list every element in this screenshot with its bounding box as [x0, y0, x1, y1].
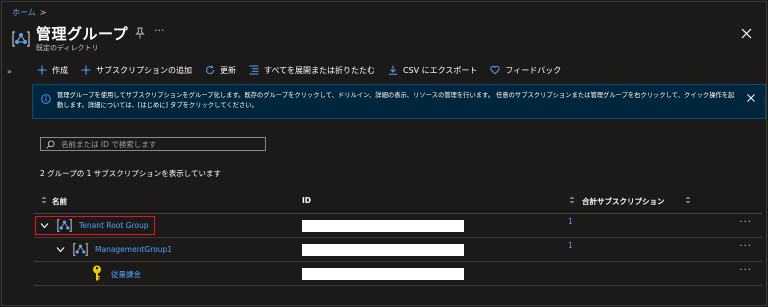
sort-icon[interactable] [569, 196, 575, 204]
redacted-id [302, 244, 464, 256]
breadcrumb: ホーム > [12, 6, 46, 18]
info-text: 管理グループを使用してサブスクリプションをグループ化します。既存のグループをクリ… [57, 92, 735, 109]
row-more-icon[interactable]: ··· [739, 241, 752, 252]
breadcrumb-home[interactable]: ホーム [12, 7, 36, 18]
refresh-icon [206, 65, 215, 75]
create-label: 作成 [52, 65, 68, 75]
management-groups-blade: ホーム > 管理グループ ··· 既定のディレクトリ » 作成 サブスクリプショ… [1, 1, 767, 306]
subscription-link[interactable]: 従量課金 [111, 269, 141, 280]
export-csv-button[interactable]: CSV にエクスポート [388, 65, 477, 76]
expand-menu-icon[interactable]: » [7, 67, 12, 76]
table-row[interactable]: ManagementGroup1 1 ··· [34, 238, 762, 262]
redacted-id [302, 268, 464, 280]
expand-collapse-icon [249, 65, 259, 75]
download-icon [388, 65, 397, 75]
management-group-icon [73, 243, 88, 256]
result-summary: 2 グループの 1 サブスクリプションを表示しています [40, 169, 222, 178]
column-header-id[interactable]: ID [302, 196, 311, 205]
table-row[interactable]: 従量課金 ··· [34, 262, 762, 286]
sort-icon[interactable] [41, 196, 47, 204]
search-icon [46, 140, 55, 149]
row-more-icon[interactable]: ··· [739, 265, 752, 276]
key-icon [93, 265, 101, 281]
highlight-box [35, 216, 155, 235]
row-more-icon[interactable]: ··· [739, 217, 752, 228]
redacted-id [302, 220, 464, 232]
plus-icon [37, 65, 47, 75]
expand-collapse-button[interactable]: すべてを展開または折りたたむ [249, 65, 375, 76]
add-subscription-button[interactable]: サブスクリプションの追加 [81, 65, 192, 76]
command-bar: 作成 サブスクリプションの追加 更新 すべてを展開または折りたたむ CSV にエ… [37, 62, 574, 78]
column-header-total-subscriptions[interactable]: 合計サブスクリプション [582, 196, 665, 207]
refresh-label: 更新 [220, 65, 236, 75]
subscription-count[interactable]: 1 [568, 217, 573, 226]
info-icon [41, 94, 51, 104]
refresh-button[interactable]: 更新 [205, 65, 236, 76]
export-csv-label: CSV にエクスポート [402, 65, 478, 75]
sort-icon[interactable] [685, 196, 691, 204]
column-header-name[interactable]: 名前 [52, 196, 67, 207]
subscription-count[interactable]: 1 [568, 241, 573, 250]
add-subscription-label: サブスクリプションの追加 [96, 65, 192, 75]
feedback-label: フィードバック [505, 65, 562, 75]
expand-collapse-label: すべてを展開または折りたたむ [264, 65, 375, 75]
search-box [40, 137, 266, 151]
page-title: 管理グループ [36, 25, 129, 43]
more-options-icon[interactable]: ··· [154, 24, 165, 37]
breadcrumb-separator: > [39, 7, 47, 17]
table-row[interactable]: Tenant Root Group 1 ··· [34, 214, 762, 238]
feedback-button[interactable]: フィードバック [490, 65, 561, 76]
chevron-down-icon[interactable] [56, 245, 65, 254]
close-icon[interactable] [741, 28, 752, 39]
page-subtitle: 既定のディレクトリ [36, 44, 99, 52]
heart-icon [490, 65, 501, 75]
info-banner: 管理グループを使用してサブスクリプションをグループ化します。既存のグループをクリ… [32, 84, 766, 119]
search-input[interactable] [61, 138, 261, 150]
close-icon[interactable] [747, 94, 755, 102]
management-group-icon [12, 31, 30, 47]
plus-icon [81, 65, 91, 75]
management-group-link[interactable]: ManagementGroup1 [95, 245, 172, 254]
pin-icon[interactable] [135, 27, 145, 39]
create-button[interactable]: 作成 [37, 65, 68, 76]
